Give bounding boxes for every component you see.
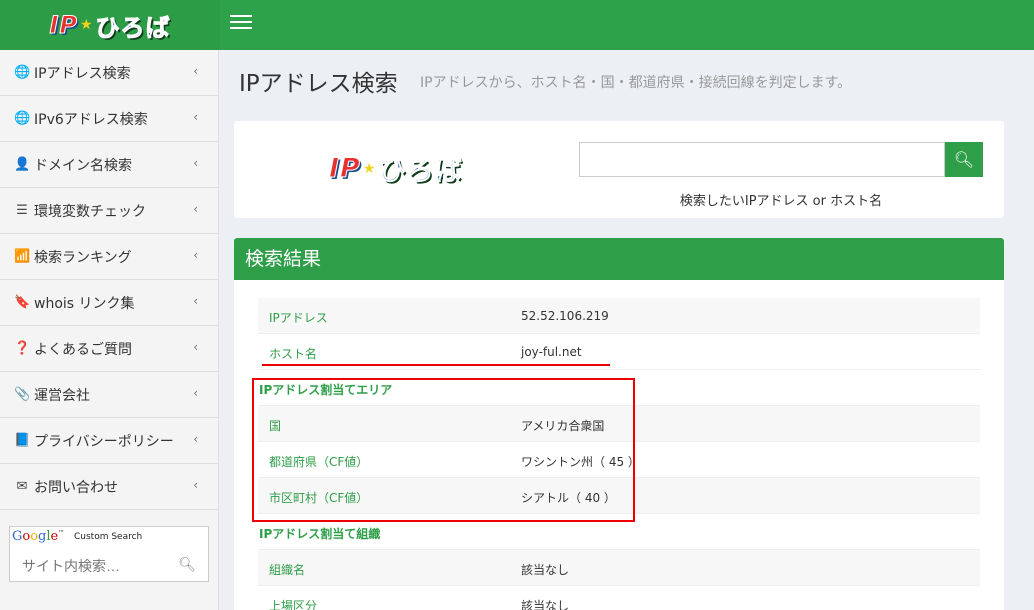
- row-value: 該当なし: [521, 599, 570, 610]
- chevron-left-icon: ‹: [193, 294, 198, 308]
- row-value: 52.52.106.219: [521, 309, 609, 323]
- sidebar: 🌐 IPアドレス検索 ‹ 🌐 IPv6アドレス検索 ‹ 👤 ドメイン名検索 ‹ ☰ 環境変数チェック…: [0, 50, 219, 610]
- panel-logo: IP ★ ひろば: [329, 153, 463, 188]
- sidebar-item-8[interactable]: 📘 プライバシーポリシー ‹: [0, 418, 218, 464]
- sidebar-item-5[interactable]: 🔖 whois リンク集 ‹: [0, 280, 218, 326]
- site-search-input[interactable]: [22, 555, 172, 577]
- chevron-left-icon: ‹: [193, 64, 198, 78]
- row-key: 組織名: [269, 563, 306, 577]
- row-key: ホスト名: [269, 347, 318, 361]
- sidebar-item-icon: ☰: [16, 203, 28, 218]
- row-value: joy-ful.net: [521, 345, 582, 359]
- sidebar-item-label: IPアドレス検索: [34, 65, 131, 82]
- sidebar-item-7[interactable]: 📎 運営会社 ‹: [0, 372, 218, 418]
- search-icon[interactable]: 🔍︎: [178, 557, 196, 573]
- search-hint: 検索したいIPアドレス or ホスト名: [679, 194, 883, 209]
- chevron-left-icon: ‹: [193, 432, 198, 446]
- chevron-left-icon: ‹: [193, 110, 198, 124]
- ip-search-panel: IP ★ ひろば 🔍︎ 検索したいIPアドレス or ホスト名: [234, 121, 1004, 218]
- highlight-box: [252, 378, 635, 522]
- results-heading: 検索結果: [234, 238, 1004, 280]
- page-subtitle: IPアドレスから、ホスト名・国・都道府県・接続回線を判定します。: [420, 75, 852, 91]
- chevron-left-icon: ‹: [193, 478, 198, 492]
- top-bar: IP ★ ひろば: [0, 0, 1034, 50]
- page-title: IPアドレス検索: [239, 71, 398, 97]
- ip-search-input[interactable]: [579, 142, 945, 177]
- row-key: IPアドレス: [269, 311, 328, 325]
- sidebar-item-9[interactable]: ✉ お問い合わせ ‹: [0, 464, 218, 510]
- chevron-left-icon: ‹: [193, 340, 198, 354]
- table-row: IPアドレス 52.52.106.219: [258, 298, 980, 334]
- sidebar-item-icon: 📎: [14, 387, 31, 402]
- sidebar-item-label: ドメイン名検索: [34, 157, 132, 174]
- sidebar-item-6[interactable]: ❓ よくあるご質問 ‹: [0, 326, 218, 372]
- table-row: 上場区分 該当なし: [258, 586, 980, 610]
- hamburger-menu-icon[interactable]: [230, 15, 252, 35]
- header-logo[interactable]: IP ★ ひろば: [0, 0, 220, 50]
- sidebar-item-1[interactable]: 🌐 IPv6アドレス検索 ‹: [0, 96, 218, 142]
- google-custom-search: Google™ Custom Search 🔍︎: [9, 526, 209, 582]
- sidebar-item-label: よくあるご質問: [34, 341, 132, 358]
- sidebar-item-2[interactable]: 👤 ドメイン名検索 ‹: [0, 142, 218, 188]
- sidebar-item-icon: 🔖: [14, 295, 31, 310]
- chevron-left-icon: ‹: [193, 202, 198, 216]
- sidebar-item-label: プライバシーポリシー: [34, 433, 174, 450]
- sidebar-item-icon: 📶: [14, 249, 31, 264]
- sidebar-item-label: 運営会社: [34, 387, 90, 404]
- highlight-underline: [262, 364, 610, 366]
- sidebar-item-3[interactable]: ☰ 環境変数チェック ‹: [0, 188, 218, 234]
- sidebar-item-icon: 🌐: [14, 111, 31, 126]
- chevron-left-icon: ‹: [193, 156, 198, 170]
- row-value: 該当なし: [521, 563, 570, 577]
- sidebar-item-4[interactable]: 📶 検索ランキング ‹: [0, 234, 218, 280]
- sidebar-item-label: お問い合わせ: [34, 479, 118, 496]
- site-logo: IP ★ ひろば: [49, 11, 171, 43]
- sidebar-item-icon: 👤: [14, 157, 31, 172]
- sidebar-item-label: 環境変数チェック: [34, 203, 146, 220]
- sidebar-item-icon: ✉: [16, 479, 28, 494]
- sidebar-item-icon: ❓: [14, 341, 31, 356]
- sidebar-item-label: 検索ランキング: [34, 249, 132, 266]
- google-logo: Google™: [12, 529, 65, 544]
- custom-search-label: Custom Search: [74, 532, 143, 542]
- search-icon: 🔍︎: [953, 150, 975, 169]
- table-row: 組織名 該当なし: [258, 550, 980, 586]
- search-button[interactable]: 🔍︎: [945, 142, 983, 177]
- sidebar-item-icon: 🌐: [14, 65, 31, 80]
- sidebar-item-icon: 📘: [14, 433, 31, 448]
- sidebar-item-0[interactable]: 🌐 IPアドレス検索 ‹: [0, 50, 218, 96]
- row-key: IPアドレス割当て組織: [259, 527, 381, 541]
- sidebar-item-label: whois リンク集: [34, 295, 135, 312]
- chevron-left-icon: ‹: [193, 248, 198, 262]
- chevron-left-icon: ‹: [193, 386, 198, 400]
- row-key: 上場区分: [269, 599, 318, 610]
- sidebar-item-label: IPv6アドレス検索: [34, 111, 148, 128]
